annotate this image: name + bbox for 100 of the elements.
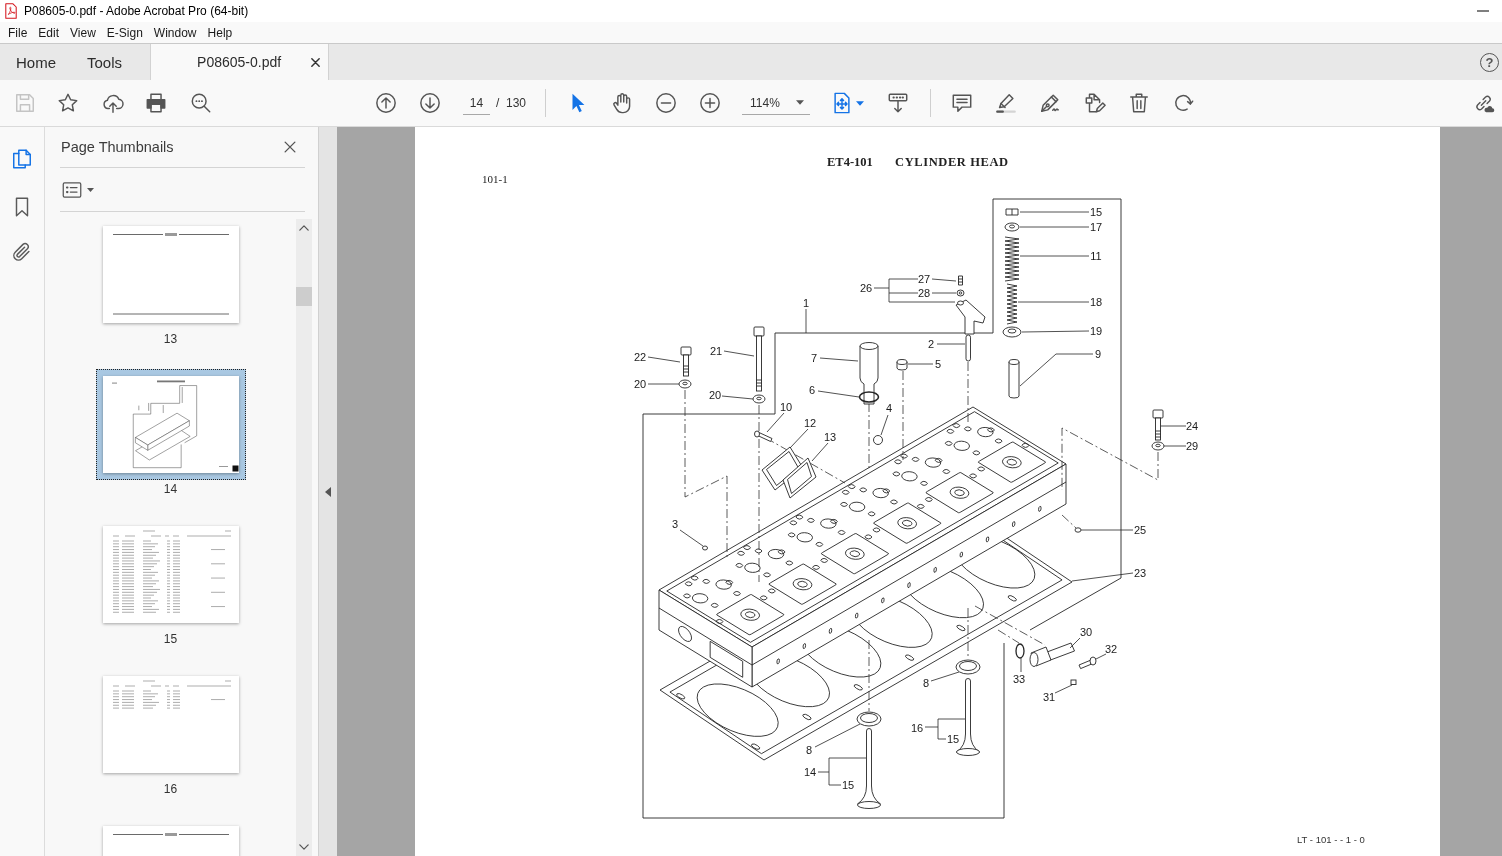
leader-line	[930, 671, 960, 682]
callout-number: 14	[803, 766, 817, 778]
list-icon	[62, 180, 82, 199]
leader-line	[817, 390, 860, 398]
callout-number: 17	[1089, 221, 1103, 233]
callout-number: 29	[1185, 440, 1199, 452]
leader-line	[721, 395, 754, 400]
thumbnail-options-button[interactable]	[62, 180, 94, 199]
spring-retainer	[1004, 222, 1020, 232]
section-number: 101-1	[482, 173, 508, 185]
pen-nib-icon[interactable]	[1039, 92, 1061, 114]
triangle-left-icon[interactable]	[325, 486, 331, 497]
page-thumbnail[interactable]	[102, 676, 239, 773]
page-number-field[interactable]: 14	[463, 91, 490, 115]
callout-number: 32	[1104, 643, 1118, 655]
menu-item[interactable]: File	[8, 25, 28, 40]
leader-line	[805, 308, 807, 334]
page-fit-button[interactable]	[831, 92, 864, 114]
plus-circle-icon[interactable]	[699, 92, 721, 114]
nut	[956, 289, 965, 297]
callout-number: 25	[1133, 524, 1147, 536]
leader-line	[1019, 255, 1090, 257]
zoom-field[interactable]: 114%	[742, 91, 810, 115]
callout-number: 15	[1089, 206, 1103, 218]
tab[interactable]: Tools	[71, 44, 138, 80]
leader-line	[931, 292, 957, 294]
leader-line	[1019, 211, 1090, 213]
fitting	[1029, 642, 1075, 667]
ball	[873, 435, 883, 445]
star-icon[interactable]	[57, 92, 79, 114]
scroll-page-icon[interactable]	[887, 92, 909, 114]
printer-icon[interactable]	[145, 92, 167, 114]
down-arrow-circle-icon[interactable]	[419, 92, 441, 114]
callout-number: 2	[927, 338, 935, 350]
hand-icon[interactable]	[611, 92, 633, 114]
page-pencil-icon[interactable]	[1084, 92, 1106, 114]
leader-line	[1054, 684, 1073, 694]
tab[interactable]: P08605-0.pdf	[150, 44, 330, 80]
nozzle-sleeve	[859, 342, 879, 405]
pages-icon[interactable]	[11, 148, 33, 170]
callout-number: 10	[779, 401, 793, 413]
washer	[678, 379, 692, 389]
trash-icon[interactable]	[1128, 92, 1150, 114]
callout-number: 28	[917, 287, 931, 299]
callout-number: 30	[1079, 626, 1093, 638]
speech-bubble-icon[interactable]	[951, 92, 973, 114]
menu-item[interactable]: E-Sign	[106, 25, 143, 40]
leader-line	[1163, 445, 1187, 447]
circular-arrow-icon[interactable]	[1172, 92, 1194, 114]
menu-item[interactable]: Edit	[38, 25, 60, 40]
page-separator: /	[496, 96, 500, 110]
menu-item[interactable]: Window	[153, 25, 197, 40]
valve-guide	[1008, 359, 1020, 399]
page-thumbnail[interactable]	[95, 369, 246, 480]
scrollbar-thumb[interactable]	[296, 287, 312, 306]
bolt	[753, 326, 765, 392]
diagram-code: ET4-101	[827, 155, 873, 169]
callout-number: 12	[803, 417, 817, 429]
leader-line	[931, 278, 957, 282]
page-arrows-icon	[831, 92, 853, 114]
valve-seal	[856, 711, 882, 727]
bolt	[1152, 409, 1164, 441]
close-icon[interactable]	[284, 141, 296, 153]
tab[interactable]: Home	[0, 44, 71, 80]
caret-down-icon	[856, 100, 864, 106]
page-thumbnail[interactable]	[102, 226, 239, 323]
spring-seat	[1002, 326, 1022, 338]
close-icon[interactable]	[311, 57, 321, 67]
panel-title: Page Thumbnails	[61, 139, 174, 155]
search-icon[interactable]	[190, 92, 212, 114]
clamp	[955, 299, 986, 335]
cloud-upload-icon[interactable]	[102, 92, 124, 114]
minus-circle-icon[interactable]	[655, 92, 677, 114]
callout-number: 24	[1185, 420, 1199, 432]
leader-line	[1071, 572, 1134, 582]
plug	[1074, 527, 1082, 533]
chevron-up-icon[interactable]	[299, 225, 309, 231]
leader-line	[647, 356, 681, 363]
menu-item[interactable]: View	[70, 25, 96, 40]
callout-number: 22	[633, 351, 647, 363]
page-footer-code: LT - 101 - - 1 - 0	[1297, 834, 1365, 845]
page-thumbnail[interactable]	[102, 526, 239, 623]
callout-number: 13	[823, 431, 837, 443]
callout-number: 27	[917, 273, 931, 285]
up-arrow-circle-icon[interactable]	[375, 92, 397, 114]
callout-number: 15	[841, 779, 855, 791]
callout-number: 18	[1089, 296, 1103, 308]
callout-number: 20	[633, 378, 647, 390]
leader-line	[1160, 425, 1187, 427]
leader-line	[1069, 637, 1081, 649]
callout-number: 26	[859, 282, 873, 294]
chevron-down-icon[interactable]	[299, 844, 309, 850]
callout-number: 4	[885, 402, 893, 414]
callout-number: 15	[946, 733, 960, 745]
callout-number: 21	[709, 345, 723, 357]
menu-item[interactable]: Help	[207, 25, 233, 40]
screw	[958, 275, 963, 286]
highlighter-icon[interactable]	[995, 92, 1017, 114]
center-line	[1061, 514, 1077, 529]
paperclip-icon[interactable]	[11, 241, 33, 263]
